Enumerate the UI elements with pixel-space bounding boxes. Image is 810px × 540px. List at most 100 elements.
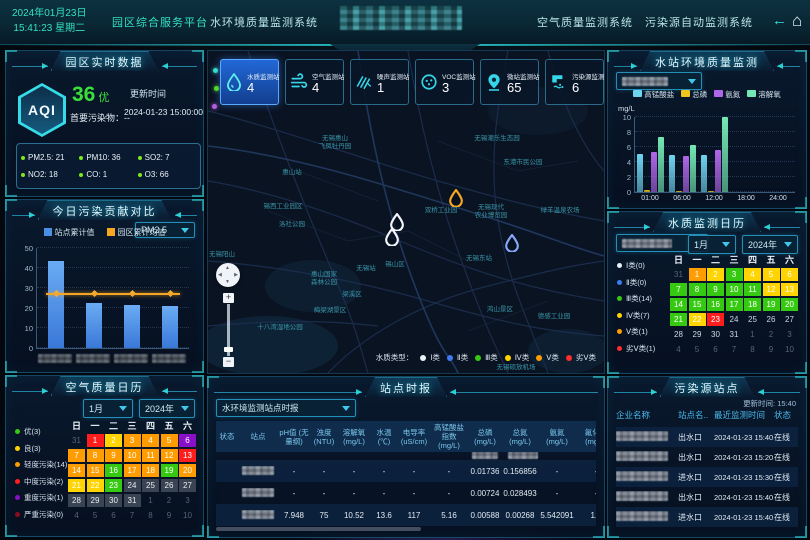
zoom-out-button[interactable]: − (223, 357, 234, 367)
mini-station-dot[interactable] (212, 104, 217, 109)
column-header: 企业名称 (616, 409, 678, 421)
x-tick-label: 06:00 (666, 195, 698, 202)
map-filter-noise-monitor[interactable]: 噪声监测站1 (350, 59, 409, 105)
column-header: 浊度 (NTU) (310, 421, 338, 452)
legend-swatch (747, 90, 756, 97)
station-marker[interactable] (385, 228, 400, 251)
calendar-weekday: 三 (124, 420, 141, 432)
value-cell: - (278, 467, 310, 476)
calendar-day: 2 (763, 328, 780, 342)
home-icon[interactable]: ⌂ (792, 12, 802, 30)
zoom-in-button[interactable]: + (223, 293, 234, 303)
outlet-cell: 出水口 (678, 492, 714, 503)
water-calendar-grid: 日一二三四五六311234567891011121314151617181920… (670, 254, 798, 356)
map-filter-air-monitor[interactable]: 空气监测站4 (285, 59, 344, 105)
calendar-weekday: 四 (142, 420, 159, 432)
nav-water-system[interactable]: 水环境质量监测系统 (210, 14, 318, 30)
station-select[interactable] (616, 72, 702, 90)
calendar-day: 7 (124, 509, 141, 523)
mini-station-dot[interactable] (213, 68, 218, 73)
mini-station-dot[interactable] (214, 86, 219, 91)
aqi-grade: 优 (98, 92, 109, 104)
legend-item: 劣Ⅴ类(1) (617, 343, 655, 354)
metric-item: O3: 66 (138, 170, 196, 179)
legend-item: 高锰酸盐 (633, 89, 674, 100)
zoom-track[interactable] (227, 304, 230, 356)
metric-dot (21, 173, 25, 177)
legend-item: 氨氮 (714, 89, 740, 100)
zoom-handle[interactable] (224, 347, 233, 352)
redacted-x-label (76, 354, 110, 363)
chevron-down-icon (784, 242, 792, 251)
calendar-day: 20 (179, 464, 196, 478)
legend-item: 溶解氧 (747, 89, 781, 100)
calendar-day: 24 (726, 313, 743, 327)
legend-title: 水质类型： (376, 352, 414, 363)
month-select[interactable]: 1月 (688, 235, 736, 254)
calendar-weekday: 一 (87, 420, 104, 432)
legend-item: Ⅱ类 (447, 352, 468, 363)
calendar-day: 5 (87, 509, 104, 523)
legend-item: 劣Ⅴ类 (566, 352, 596, 363)
calendar-day: 3 (179, 494, 196, 508)
map-zoom-slider[interactable]: + − (225, 293, 232, 367)
value-cell: 0.028493 (502, 489, 538, 498)
legend-swatch (633, 90, 642, 97)
station-marker[interactable] (505, 234, 520, 257)
legend-label: 总磷 (692, 90, 707, 99)
map-filter-water-drop[interactable]: 水质监测站4 (220, 59, 279, 105)
year-select[interactable]: 2024年 (742, 235, 798, 254)
calendar-day: 7 (726, 343, 743, 357)
redacted-station-name (242, 510, 274, 519)
nav-park-platform[interactable]: 园区综合服务平台 (112, 14, 208, 30)
nav-air-system[interactable]: 空气质量监测系统 (537, 14, 633, 30)
calendar-day: 18 (744, 298, 761, 312)
horizontal-scrollbar[interactable] (216, 527, 421, 531)
calendar-day: 22 (689, 313, 706, 327)
table-row: ------0.007240.028493-- (216, 482, 596, 504)
redacted-x-label (152, 354, 186, 363)
map-filter-micro-station[interactable]: 微站监测站65 (480, 59, 539, 105)
nav-pollution-system[interactable]: 污染源自动监测系统 (645, 14, 753, 30)
legend-label: Ⅰ类(0) (626, 260, 645, 271)
legend-dot (617, 329, 622, 334)
status-cell: 在线 (774, 432, 798, 443)
calendar-day: 5 (763, 268, 780, 282)
legend-item: 优(3) (15, 426, 67, 437)
micro-station-icon (485, 73, 503, 91)
legend-label: 优(3) (24, 426, 41, 437)
map-place-label: 梅梁湖景区 (314, 307, 347, 315)
month-select[interactable]: 1月 (83, 399, 133, 418)
station-marker[interactable] (449, 189, 464, 212)
map-filter-pollution-source[interactable]: 污染源监测6 (545, 59, 604, 105)
calendar-day: 4 (744, 268, 761, 282)
pollution-row: 出水口2024-01-23 15:40..在线 (616, 487, 798, 507)
legend-dot (15, 512, 20, 517)
year-select[interactable]: 2024年 (139, 399, 195, 418)
calendar-legend: 优(3)良(3)轻度污染(14)中度污染(2)重度污染(1)严重污染(0) (15, 426, 67, 520)
calendar-day: 6 (105, 509, 122, 523)
legend-dot (420, 355, 426, 361)
bar (658, 137, 664, 193)
calendar-day: 26 (161, 479, 178, 493)
filter-count: 3 (442, 81, 476, 94)
value-cell: 1.9 (576, 511, 596, 520)
pollution-table-body: 出水口2024-01-23 15:40..在线出水口2024-01-23 15:… (616, 427, 798, 527)
legend-item: Ⅲ类 (475, 352, 498, 363)
map-place-label: 惠山站 (282, 169, 302, 177)
y-tick-label: 30 (25, 284, 33, 293)
map-place-label: 无锡潮乐生态园 (474, 135, 520, 143)
value-cell: 5.16 (430, 511, 468, 520)
map-pan-control[interactable]: ▲▼ ◀▶ (216, 263, 240, 287)
company-cell (616, 471, 678, 483)
back-icon[interactable]: ← (772, 12, 787, 30)
column-header: 总氮 (mg/L) (502, 421, 538, 452)
map-filter-voc-monitor[interactable]: VOC监测站3 (415, 59, 474, 105)
calendar-day: 13 (781, 283, 798, 297)
redacted-station-name (622, 239, 672, 248)
report-type-select[interactable]: 水环境监测站点时报 (216, 399, 356, 417)
calendar-day: 9 (161, 509, 178, 523)
map-place-label: 惠山国家森林公园 (311, 271, 337, 287)
panel-title: 今日污染贡献对比 (38, 200, 172, 220)
map-canvas[interactable]: 无锡惠山飞凤牡丹园惠山站锡西工业园区洛社公园无锡阳山惠山国家森林公园无锡站锡山区… (207, 50, 605, 374)
